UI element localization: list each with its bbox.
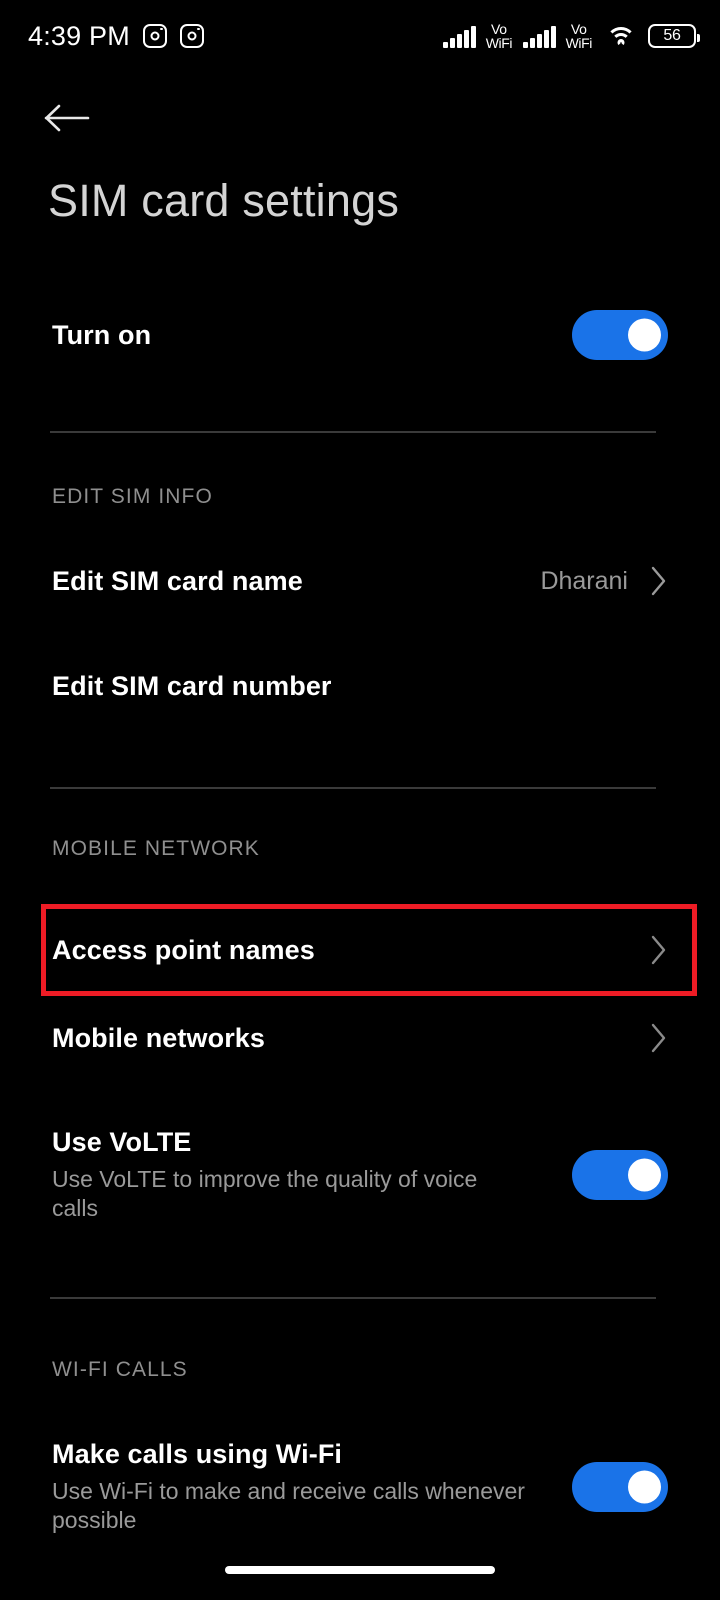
row-edit-sim-card-name-title: Edit SIM card name — [52, 565, 303, 596]
volte-line-1: Vo — [491, 20, 507, 37]
row-edit-sim-card-number[interactable]: Edit SIM card number — [0, 658, 720, 714]
row-access-point-names-main: Access point names — [52, 935, 650, 966]
row-mobile-networks[interactable]: Mobile networks — [0, 1010, 720, 1066]
row-access-point-names-title: Access point names — [52, 934, 315, 965]
row-make-calls-using-wifi-title: Make calls using Wi-Fi — [52, 1439, 343, 1470]
wifi-icon — [606, 25, 636, 48]
battery-percent-label: 56 — [663, 27, 681, 44]
divider — [50, 431, 656, 433]
toggle-knob — [628, 1470, 661, 1504]
volte-line-2: WiFi — [565, 35, 593, 51]
divider — [50, 1297, 656, 1299]
volte-line-2: WiFi — [485, 35, 513, 51]
signal-bars-icon — [523, 24, 556, 48]
instagram-icon — [142, 24, 167, 48]
status-bar-clock: 4:39 PM — [28, 20, 130, 51]
row-use-volte-main: Use VoLTE Use VoLTE to improve the quali… — [52, 1127, 572, 1223]
toggle-knob — [628, 318, 661, 352]
toggle-knob — [628, 1158, 661, 1192]
status-bar-right: Vo WiFi Vo WiFi 56 — [443, 20, 700, 51]
row-edit-sim-card-name-main: Edit SIM card name — [52, 566, 540, 597]
battery-icon: 56 — [648, 24, 700, 48]
back-arrow-icon — [44, 101, 92, 135]
chevron-right-icon — [650, 565, 668, 597]
chevron-right-icon — [650, 1022, 668, 1054]
turn-on-toggle[interactable] — [572, 310, 668, 360]
row-make-calls-using-wifi[interactable]: Make calls using Wi-Fi Use Wi-Fi to make… — [0, 1432, 720, 1542]
signal-bars-icon — [443, 24, 476, 48]
row-turn-on-main: Turn on — [52, 320, 572, 351]
use-volte-toggle[interactable] — [572, 1150, 668, 1200]
row-edit-sim-card-name-value: Dharani — [540, 566, 628, 595]
divider — [50, 787, 656, 789]
row-make-calls-using-wifi-subtitle: Use Wi-Fi to make and receive calls when… — [52, 1478, 525, 1533]
row-use-volte[interactable]: Use VoLTE Use VoLTE to improve the quali… — [0, 1120, 720, 1230]
section-header-wifi-calls: WI-FI CALLS — [52, 1358, 188, 1381]
row-turn-on-title: Turn on — [52, 319, 152, 350]
chevron-right-icon — [650, 934, 668, 966]
section-header-edit-sim-info: EDIT SIM INFO — [52, 485, 213, 508]
row-turn-on[interactable]: Turn on — [0, 305, 720, 365]
row-use-volte-title: Use VoLTE — [52, 1127, 192, 1158]
gesture-navigation-bar[interactable] — [225, 1566, 495, 1574]
back-button[interactable] — [44, 92, 100, 144]
page-title: SIM card settings — [48, 175, 400, 226]
row-use-volte-subtitle: Use VoLTE to improve the quality of voic… — [52, 1166, 478, 1221]
volte-line-1: Vo — [570, 20, 587, 37]
row-edit-sim-card-number-main: Edit SIM card number — [52, 671, 668, 702]
volte-wifi-label-icon: Vo WiFi — [485, 20, 513, 51]
section-header-mobile-network: MOBILE NETWORK — [52, 837, 260, 860]
row-mobile-networks-title: Mobile networks — [52, 1022, 266, 1053]
row-access-point-names[interactable]: Access point names — [0, 905, 720, 995]
row-edit-sim-card-name[interactable]: Edit SIM card name Dharani — [0, 553, 720, 609]
row-mobile-networks-main: Mobile networks — [52, 1023, 650, 1054]
make-calls-using-wifi-toggle[interactable] — [572, 1462, 668, 1512]
instagram-icon — [179, 24, 204, 48]
status-bar: 4:39 PM Vo WiFi Vo WiFi 56 — [0, 0, 720, 72]
status-bar-left: 4:39 PM — [28, 21, 204, 52]
volte-wifi-label-icon: Vo WiFi — [565, 20, 593, 51]
sim-card-settings-screen: 4:39 PM Vo WiFi Vo WiFi 56 SIM card sett… — [0, 0, 720, 1600]
row-make-calls-using-wifi-main: Make calls using Wi-Fi Use Wi-Fi to make… — [52, 1439, 572, 1535]
row-edit-sim-card-number-title: Edit SIM card number — [52, 670, 332, 701]
